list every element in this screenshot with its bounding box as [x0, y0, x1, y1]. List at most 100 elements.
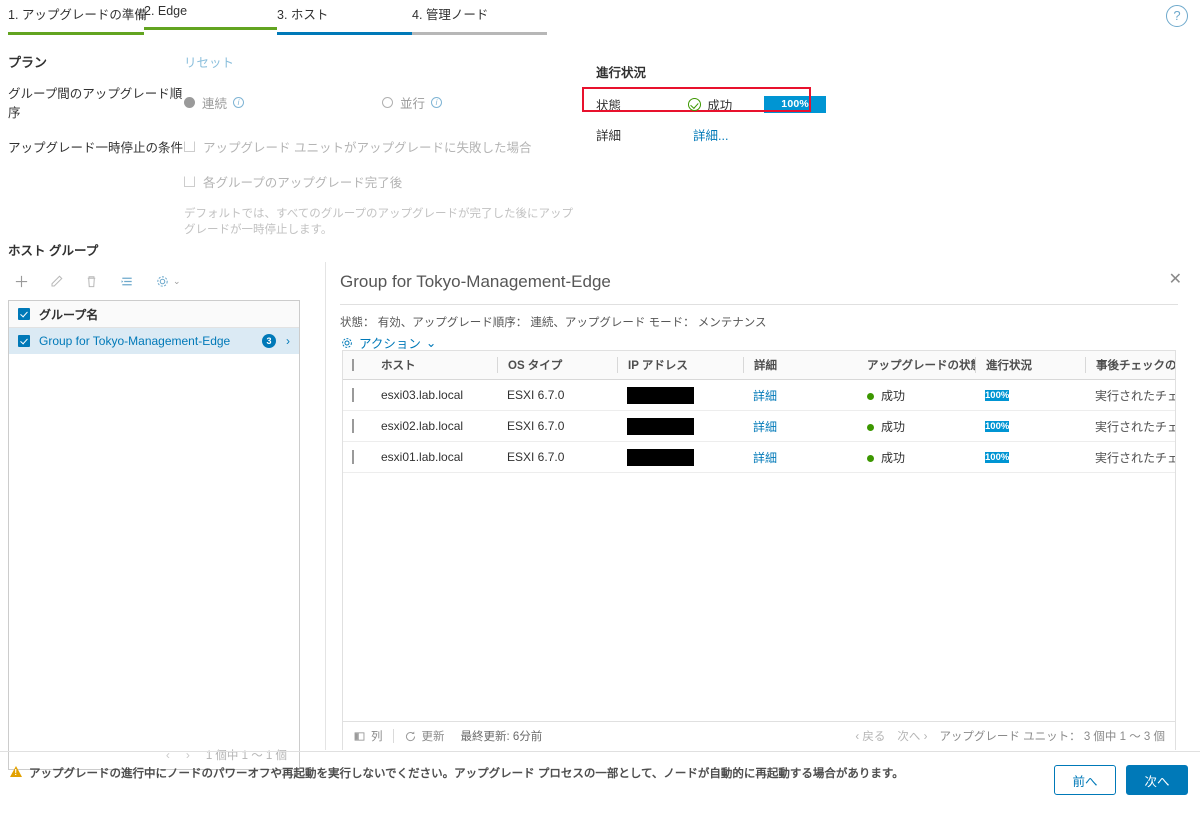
columns-label: 列	[371, 731, 383, 743]
redacted-ip-bar	[627, 448, 694, 466]
progress-detail-label: 詳細	[596, 129, 622, 143]
table-row[interactable]: esxi01.lab.local ESXI 6.7.0 詳細 成功 100% 実…	[343, 442, 1175, 473]
group-detail-title: Group for Tokyo-Management-Edge	[340, 272, 1178, 305]
detail-link[interactable]: 詳細	[753, 420, 777, 434]
checkbox-pause-on-failure[interactable]: アップグレード ユニットがアップグレードに失敗した場合	[184, 137, 574, 156]
info-icon[interactable]: i	[431, 96, 443, 108]
tab-hosts[interactable]: 3. ホスト	[277, 0, 412, 35]
group-detail-header: Group for Tokyo-Management-Edge ✕	[326, 262, 1192, 305]
warning-icon	[10, 766, 22, 777]
chevron-down-icon[interactable]: ⌄	[173, 276, 181, 287]
hosts-table-footer: 列 更新 最終更新: 6分前 ‹ 戻る 次へ › アップグレード ユニット： 3…	[343, 721, 1175, 750]
column-header-detail[interactable]: 詳細	[743, 357, 857, 373]
checkbox-pause-after-group[interactable]: 各グループのアップグレード完了後	[184, 172, 574, 191]
pause-condition-options: アップグレード ユニットがアップグレードに失敗した場合 各グループのアップグレー…	[184, 137, 574, 238]
refresh-button[interactable]: 更新	[404, 728, 445, 744]
edit-icon[interactable]	[49, 274, 64, 289]
close-icon[interactable]: ✕	[1169, 272, 1182, 288]
row-checkbox[interactable]	[352, 419, 354, 433]
row-select-cell	[343, 450, 371, 464]
row-select-cell	[343, 419, 371, 433]
cell-ip-address	[617, 448, 743, 466]
group-detail-panel: Group for Tokyo-Management-Edge ✕ 状態： 有効…	[325, 262, 1192, 750]
tab-upgrade-prep[interactable]: 1. アップグレードの準備	[8, 0, 147, 35]
pause-condition-label: アップグレード一時停止の条件	[8, 141, 184, 155]
upgrade-order-label: グループ間のアップグレード順序	[8, 87, 183, 120]
status-badge-label: 成功	[707, 99, 733, 113]
cell-detail: 詳細	[743, 449, 857, 466]
cell-ip-address	[617, 386, 743, 404]
checkbox-icon[interactable]	[184, 176, 195, 187]
chevron-right-icon[interactable]: ›	[286, 334, 290, 348]
tab-management-nodes[interactable]: 4. 管理ノード	[412, 0, 547, 35]
actions-menu-button[interactable]: アクション ⌄	[326, 330, 1192, 352]
add-icon[interactable]	[14, 274, 29, 289]
checkbox-icon[interactable]	[184, 141, 195, 152]
column-header-progress[interactable]: 進行状況	[975, 357, 1085, 373]
row-checkbox[interactable]	[352, 450, 354, 464]
host-groups-panel: ホスト グループ ⌄ グループ名 Group for Tokyo-Managem…	[8, 240, 300, 770]
help-circle-icon[interactable]: ?	[1166, 5, 1188, 27]
delete-icon[interactable]	[84, 274, 99, 289]
table-row[interactable]: esxi02.lab.local ESXI 6.7.0 詳細 成功 100% 実…	[343, 411, 1175, 442]
progress-status-row: 状態 成功 100%	[596, 94, 826, 115]
detail-link[interactable]: 詳細	[753, 389, 777, 403]
host-groups-toolbar: ⌄	[8, 269, 300, 293]
detail-link[interactable]: 詳細	[753, 451, 777, 465]
radio-parallel[interactable]: 並行 i	[382, 93, 580, 112]
reset-link[interactable]: リセット	[184, 52, 234, 71]
prev-page-button[interactable]: ‹ 戻る	[855, 728, 885, 744]
table-pagination: ‹ 戻る 次へ › アップグレード ユニット： 3 個中 1 〜 3 個	[855, 728, 1165, 744]
checkbox-label: 各グループのアップグレード完了後	[203, 176, 403, 190]
chevron-down-icon[interactable]: ⌄	[426, 335, 436, 350]
info-icon[interactable]: i	[233, 96, 245, 108]
next-page-button[interactable]: 次へ ›	[897, 728, 927, 744]
list-item[interactable]: Group for Tokyo-Management-Edge 3 ›	[9, 328, 299, 354]
progress-detail-row: 詳細 詳細...	[596, 124, 826, 145]
gear-icon[interactable]: ⌄	[155, 274, 181, 289]
row-checkbox[interactable]	[352, 388, 354, 402]
radio-dot-icon[interactable]	[184, 96, 195, 108]
columns-button[interactable]: 列	[353, 728, 383, 744]
progress-status-label: 状態	[596, 99, 622, 113]
table-row[interactable]: esxi03.lab.local ESXI 6.7.0 詳細 成功 100% 実…	[343, 380, 1175, 411]
column-header-ip-address[interactable]: IP アドレス	[617, 357, 743, 373]
tab-edge[interactable]: 2. Edge	[144, 0, 277, 30]
host-groups-title: ホスト グループ	[8, 244, 99, 258]
next-page-label: 次へ	[897, 731, 921, 743]
hosts-table-header: ホスト OS タイプ IP アドレス 詳細 アップグレードの状態 進行状況 事後…	[343, 351, 1175, 380]
select-all-checkbox[interactable]	[352, 359, 354, 371]
status-dot-icon	[867, 454, 874, 462]
column-header-host[interactable]: ホスト	[371, 357, 497, 373]
back-button[interactable]: 前へ	[1054, 765, 1116, 795]
tab-label: 3. ホスト	[277, 8, 329, 22]
next-button[interactable]: 次へ	[1126, 765, 1188, 795]
radio-dot-icon[interactable]	[382, 96, 393, 108]
refresh-label: 更新	[421, 731, 445, 743]
hosts-table: ホスト OS タイプ IP アドレス 詳細 アップグレードの状態 進行状況 事後…	[342, 350, 1176, 750]
wizard-tabs: 1. アップグレードの準備 2. Edge 3. ホスト 4. 管理ノード	[0, 0, 1200, 35]
progress-bar: 100%	[985, 451, 1010, 463]
column-header-os-type[interactable]: OS タイプ	[497, 357, 617, 373]
select-all-cell	[343, 359, 371, 371]
status-dot-icon	[867, 423, 874, 431]
cell-os-type: ESXI 6.7.0	[507, 419, 565, 433]
cell-os-type: ESXI 6.7.0	[507, 388, 565, 402]
progress-detail-link[interactable]: 詳細...	[693, 125, 728, 144]
tab-label: 2. Edge	[144, 4, 188, 18]
radio-serial[interactable]: 連続 i	[184, 93, 382, 112]
cell-detail: 詳細	[743, 387, 857, 404]
gear-icon	[342, 337, 352, 348]
footer-divider	[392, 729, 394, 743]
cell-postcheck-status: 実行されたチェッ…	[1095, 450, 1175, 465]
tab-underline	[144, 27, 277, 30]
cell-detail: 詳細	[743, 418, 857, 435]
row-checkbox[interactable]	[18, 335, 30, 347]
columns-icon	[354, 731, 365, 741]
column-header-postcheck-status[interactable]: 事後チェックの状態	[1085, 357, 1175, 373]
reorder-icon[interactable]	[119, 274, 135, 289]
upgrade-status-label: 成功	[881, 419, 906, 434]
status-badge: 成功	[688, 95, 764, 114]
column-header-upgrade-status[interactable]: アップグレードの状態	[857, 357, 975, 373]
select-all-checkbox[interactable]	[18, 308, 30, 320]
